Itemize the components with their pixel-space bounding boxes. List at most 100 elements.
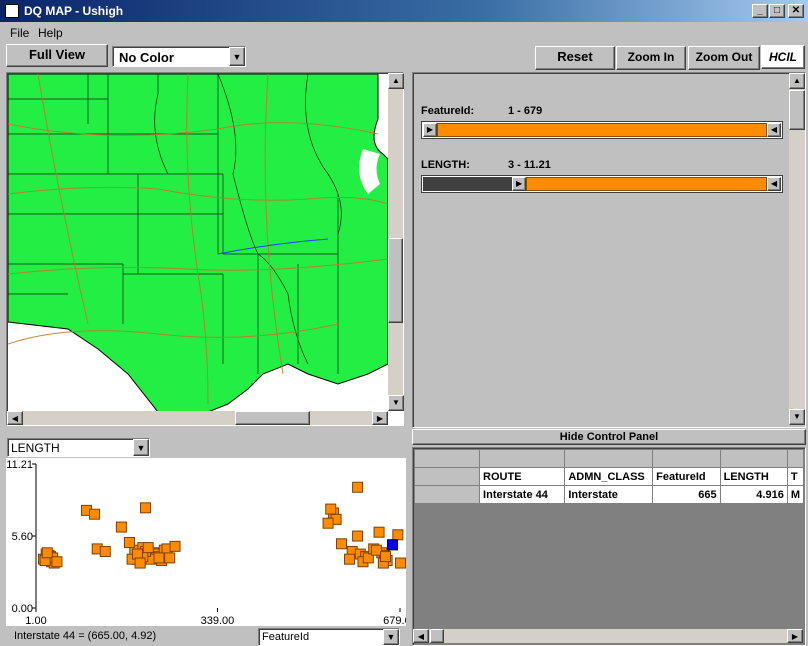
scatter-point[interactable] [352,530,364,542]
scatter-plot[interactable]: 11.21 5.60 0.001.00 339.00 679.00 [6,458,417,627]
scroll-down-icon[interactable]: ▼ [789,409,805,425]
map-hscroll-thumb[interactable] [235,411,310,425]
y-tick-label: 0.00 [12,603,33,615]
scatter-point[interactable] [41,547,53,559]
scatter-point[interactable] [51,556,63,568]
scatter-point[interactable] [140,502,152,514]
maximize-icon[interactable]: □ [769,4,785,18]
table-hscroll[interactable]: ◀ ▶ [413,629,803,643]
full-view-button[interactable]: Full View [6,44,108,67]
length-slider[interactable]: ▶ ◀ [421,175,783,193]
scatter-point[interactable] [395,557,407,569]
scroll-up-icon[interactable]: ▲ [388,73,404,89]
column-header[interactable]: LENGTH [719,467,788,486]
scroll-left-icon[interactable]: ◀ [7,411,23,425]
table-spacer [652,449,721,468]
map-vscroll-thumb[interactable] [388,238,403,323]
slider-low-handle[interactable]: ▶ [423,123,437,137]
table-cell[interactable]: 665 [652,485,721,504]
table-cell[interactable]: Interstate 44 [479,485,566,504]
scatter-point[interactable] [169,540,181,552]
table-spacer [564,449,654,468]
scatter-point[interactable] [370,544,382,556]
scatter-point[interactable] [142,542,154,554]
reset-button[interactable]: Reset [535,46,615,70]
scroll-left-icon[interactable]: ◀ [413,629,429,643]
menu-bar: File Help [0,22,808,42]
row-header [413,467,481,486]
slider-high-handle[interactable]: ◀ [767,123,781,137]
hcil-logo: HCIL [761,45,805,69]
column-header[interactable]: ADMN_CLASS [564,467,654,486]
slider-length-range: 3 - 11.21 [508,159,551,171]
scroll-down-icon[interactable]: ▼ [388,395,404,411]
slider-high-handle[interactable]: ◀ [767,177,781,191]
control-vscroll[interactable]: ▲ ▼ [789,73,805,425]
map-panel[interactable]: ▲ ▼ ◀ ▶ [6,72,404,426]
scatter-point[interactable] [352,481,364,493]
chevron-down-icon[interactable]: ▼ [229,47,245,66]
y-axis-select-value: LENGTH [11,441,60,455]
x-tick-label: 1.00 [25,615,46,626]
window-title: DQ MAP - Ushigh [24,4,124,18]
scroll-right-icon[interactable]: ▶ [787,629,803,643]
data-table: ROUTE ADMN_CLASS FeatureId LENGTH T Inte… [413,449,805,504]
column-header[interactable]: ROUTE [479,467,566,486]
map-canvas[interactable] [8,74,388,412]
scatter-point[interactable] [392,529,404,541]
scatter-point[interactable] [115,521,127,533]
y-tick-label: 5.60 [12,531,33,543]
scatter-point[interactable] [134,557,146,569]
hide-control-panel-button[interactable]: Hide Control Panel [412,429,806,445]
close-icon[interactable]: ✕ [788,4,804,18]
scatter-point[interactable] [380,551,392,563]
scatter-point[interactable] [123,536,135,548]
zoom-in-button[interactable]: Zoom In [616,46,686,70]
scatter-point[interactable] [322,517,334,529]
menu-help[interactable]: Help [38,26,63,40]
slider-featureid-range: 1 - 679 [508,105,543,117]
featureid-slider[interactable]: ▶ ◀ [421,121,783,139]
column-header[interactable]: T [786,467,805,486]
y-tick-label: 11.21 [6,459,33,471]
control-vscroll-thumb[interactable] [789,90,805,130]
scatter-point[interactable] [325,503,337,515]
zoom-out-button[interactable]: Zoom Out [688,46,760,70]
x-axis-select-value: FeatureId [262,631,310,643]
column-header[interactable]: FeatureId [652,467,721,486]
table-row[interactable]: Interstate 44 Interstate 665 4.916 M [413,485,805,504]
scatter-point[interactable] [164,552,176,564]
scroll-right-icon[interactable]: ▶ [372,411,388,425]
slider-fill [526,177,767,191]
row-header [413,485,481,504]
slider-low-handle[interactable]: ▶ [512,177,527,191]
scatter-point[interactable] [153,552,165,564]
color-select[interactable]: No Color ▼ [112,46,246,67]
x-axis-select[interactable]: FeatureId ▼ [258,628,400,646]
table-cell[interactable]: 4.916 [719,485,788,504]
slider-featureid-label: FeatureId: [421,105,475,117]
map-hscroll[interactable]: ◀ ▶ [7,411,388,425]
y-axis-select[interactable]: LENGTH ▼ [7,438,150,457]
scatter-point[interactable] [99,545,111,557]
table-cell[interactable]: Interstate [564,485,654,504]
app-icon [5,4,19,18]
scatter-point[interactable] [344,553,356,565]
table-corner [413,449,481,468]
chevron-down-icon[interactable]: ▼ [383,629,399,645]
scatter-point-selected[interactable] [386,539,398,551]
scatter-point[interactable] [89,508,101,520]
table-cell[interactable]: M [786,485,805,504]
map-vscroll[interactable]: ▲ ▼ [388,73,404,411]
scatter-panel: 11.21 5.60 0.001.00 339.00 679.00 [6,458,417,627]
table-panel: ROUTE ADMN_CLASS FeatureId LENGTH T Inte… [412,447,806,646]
scatter-point[interactable] [373,526,385,538]
table-hscroll-thumb[interactable] [430,629,444,643]
chevron-down-icon[interactable]: ▼ [133,439,149,456]
scroll-up-icon[interactable]: ▲ [789,73,805,89]
color-select-value: No Color [119,50,174,65]
control-panel: FeatureId: 1 - 679 ▶ ◀ LENGTH: 3 - 11.21… [412,72,806,428]
scatter-point[interactable] [335,538,347,550]
menu-file[interactable]: File [10,26,29,40]
minimize-icon[interactable]: _ [752,4,768,18]
